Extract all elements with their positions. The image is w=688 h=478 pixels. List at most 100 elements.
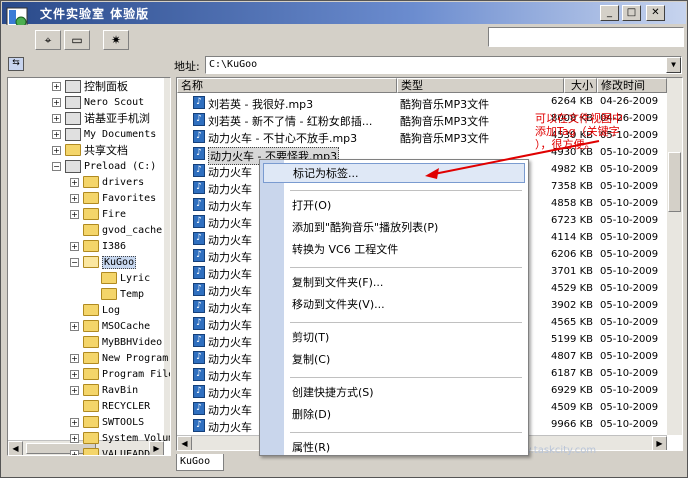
expand-icon[interactable]: + <box>70 433 79 443</box>
tree-item[interactable]: + New Program <box>70 350 168 366</box>
expand-icon[interactable]: + <box>70 369 79 379</box>
expand-icon[interactable]: + <box>70 417 79 427</box>
menu-item[interactable]: 删除(D) <box>263 405 525 425</box>
tree-item[interactable]: + SWTOOLS <box>70 414 144 430</box>
expand-icon[interactable]: + <box>52 113 61 123</box>
tree-item[interactable]: RECYCLER <box>70 398 150 414</box>
tree-item[interactable]: + drivers <box>70 174 144 190</box>
expand-icon[interactable]: + <box>52 145 61 155</box>
list-scroll-thumb[interactable] <box>668 152 681 212</box>
expand-icon[interactable]: + <box>52 97 61 107</box>
tree-item[interactable]: + 控制面板 <box>52 78 128 94</box>
tree-vertical-scrollbar[interactable] <box>164 78 170 440</box>
menu-item[interactable]: 移动到文件夹(V)... <box>263 295 525 315</box>
file-date: 05-10-2009 <box>600 198 659 209</box>
menu-item[interactable]: 复制到文件夹(F)... <box>263 273 525 293</box>
file-row[interactable]: ♪ 刘若英 - 我很好.mp3 酷狗音乐MP3文件 6264 KB 04-26-2009 <box>177 94 667 111</box>
tree-item[interactable]: Log <box>70 302 120 318</box>
menu-item[interactable]: 打开(O) <box>263 196 525 216</box>
file-date: 05-10-2009 <box>600 368 659 379</box>
tree-item[interactable]: + Program Files <box>70 366 170 382</box>
file-size: 4807 KB <box>550 351 593 362</box>
tree-item-label: Preload (C:) <box>84 160 157 172</box>
tree-item[interactable]: Lyric <box>88 270 150 286</box>
menu-item[interactable]: 添加到"酷狗音乐"播放列表(P) <box>263 218 525 238</box>
menu-item[interactable]: 剪切(T) <box>263 328 525 348</box>
tree-item[interactable]: + Fire <box>70 206 126 222</box>
tree-item[interactable]: gvod_cache <box>70 222 162 238</box>
tree-item[interactable]: + System Volume <box>70 430 170 446</box>
tree-item-label: 控制面板 <box>84 80 128 93</box>
expand-icon[interactable]: + <box>70 321 79 331</box>
list-vertical-scrollbar[interactable] <box>667 78 682 435</box>
close-button[interactable]: ✕ <box>646 5 665 21</box>
tree-item[interactable]: + Nero Scout <box>52 94 144 110</box>
minimize-button[interactable]: _ <box>600 5 619 21</box>
toolbar: ⌖ ▭ ✷ <box>2 25 686 53</box>
toolbar-button-1[interactable]: ⌖ <box>35 30 61 50</box>
tree-item[interactable]: + MSOCache <box>70 318 150 334</box>
toolbar-button-3[interactable]: ✷ <box>103 30 129 50</box>
tree-item[interactable]: − Preload (C:) <box>52 158 156 174</box>
tree-item[interactable]: MyBBHVideo <box>70 334 162 350</box>
expand-icon[interactable]: + <box>52 129 61 139</box>
file-date: 05-10-2009 <box>600 232 659 243</box>
documents-icon <box>65 127 81 141</box>
title-bar[interactable]: 文件实验室 体验版 _ □ ✕ <box>2 2 686 24</box>
expand-icon[interactable]: + <box>70 241 79 251</box>
expand-icon[interactable]: + <box>70 193 79 203</box>
scroll-right-icon[interactable]: ▶ <box>652 436 667 450</box>
drive-icon <box>65 159 81 173</box>
expand-icon[interactable]: + <box>70 385 79 395</box>
mp3-file-icon: ♪ <box>193 300 205 313</box>
tree-item[interactable]: Temp <box>88 286 144 302</box>
tree-item[interactable]: + RavBin <box>70 382 138 398</box>
mp3-file-icon: ♪ <box>193 368 205 381</box>
column-header-name[interactable]: 名称 <box>177 78 397 93</box>
tree-item[interactable]: + Favorites <box>70 190 156 206</box>
column-header-type[interactable]: 类型 <box>397 78 564 93</box>
panel-toggle-button[interactable]: ⇆ <box>8 57 24 71</box>
tree-item[interactable]: + I386 <box>70 238 126 254</box>
file-name: 动力火车 <box>208 183 252 196</box>
expand-icon[interactable]: + <box>70 209 79 219</box>
menu-item[interactable]: 创建快捷方式(S) <box>263 383 525 403</box>
tree-item[interactable]: + 共享文档 <box>52 142 128 158</box>
address-dropdown-button[interactable]: ▼ <box>666 57 681 73</box>
menu-item[interactable]: 复制(C) <box>263 350 525 370</box>
address-input[interactable]: C:\KuGoo ▼ <box>205 56 682 74</box>
menu-item[interactable]: 属性(R) <box>263 438 525 458</box>
menu-separator <box>290 322 522 323</box>
scroll-left-icon[interactable]: ◀ <box>8 441 23 455</box>
tree-item[interactable]: + 诺基亚手机浏 <box>52 110 150 126</box>
collapse-icon[interactable]: − <box>52 161 61 171</box>
column-header-size[interactable]: 大小 <box>564 78 597 93</box>
tree-item-label: 共享文档 <box>84 144 128 157</box>
file-name: 动力火车 <box>208 336 252 349</box>
maximize-button[interactable]: □ <box>622 5 641 21</box>
collapse-icon[interactable]: − <box>70 257 79 267</box>
file-size: 6187 KB <box>550 368 593 379</box>
column-header-modified[interactable]: 修改时间 <box>597 78 667 93</box>
annotation-line-3: ），很方便。 <box>535 138 596 151</box>
tree-item[interactable]: − KuGoo <box>70 254 137 270</box>
file-name: 动力火车 <box>208 370 252 383</box>
expand-icon[interactable]: + <box>52 81 61 91</box>
expand-icon[interactable]: + <box>70 177 79 187</box>
toolbar-button-2[interactable]: ▭ <box>64 30 90 50</box>
folder-icon <box>83 176 99 188</box>
scroll-left-icon[interactable]: ◀ <box>177 436 192 450</box>
expand-icon[interactable]: + <box>70 353 79 363</box>
tab-kugoo[interactable]: KuGoo <box>176 454 224 471</box>
tree-item[interactable]: + VALUEADD <box>70 446 150 455</box>
tree-item[interactable]: + My Documents <box>52 126 156 142</box>
context-menu: 标记为标签... 打开(O) 添加到"酷狗音乐"播放列表(P) 转换为 VC6 工程文… <box>259 159 529 456</box>
file-date: 05-10-2009 <box>600 283 659 294</box>
file-type: 酷狗音乐MP3文件 <box>400 98 490 111</box>
menu-item[interactable]: 标记为标签... <box>263 163 525 183</box>
tree-item-label: Program Files <box>102 368 170 380</box>
mp3-file-icon: ♪ <box>193 215 205 228</box>
expand-icon[interactable]: + <box>70 449 79 455</box>
menu-item[interactable]: 转换为 VC6 工程文件 <box>263 240 525 260</box>
search-input[interactable] <box>488 27 684 47</box>
